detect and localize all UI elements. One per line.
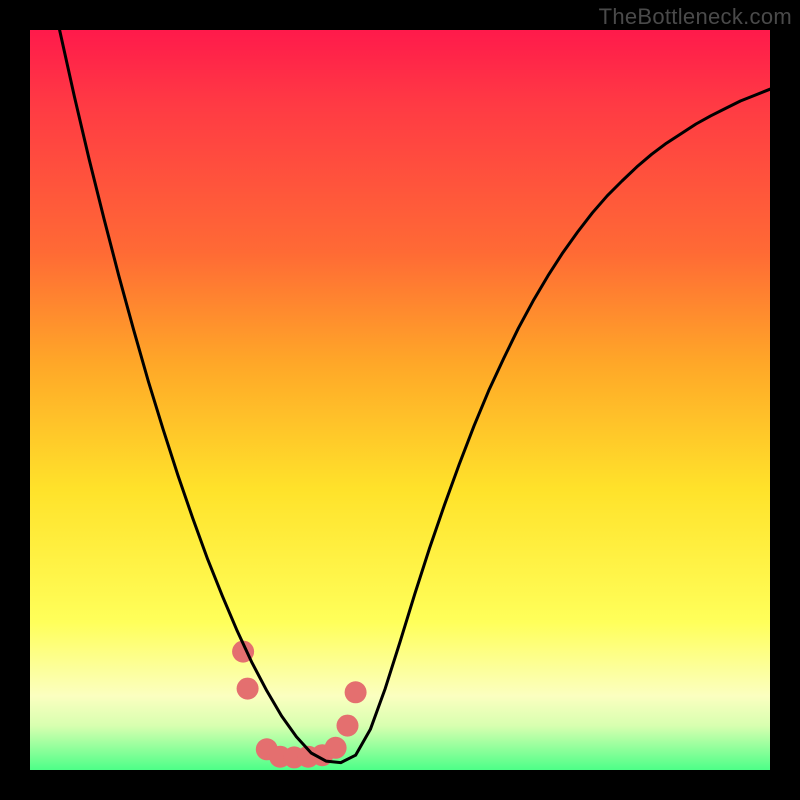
data-marker bbox=[237, 678, 259, 700]
data-marker bbox=[325, 737, 347, 759]
attribution-text: TheBottleneck.com bbox=[599, 4, 792, 30]
plot-area bbox=[30, 30, 770, 770]
data-marker bbox=[337, 715, 359, 737]
data-marker bbox=[232, 641, 254, 663]
curve-svg bbox=[30, 30, 770, 770]
data-marker bbox=[283, 746, 305, 768]
data-marker bbox=[311, 744, 333, 766]
data-marker bbox=[269, 746, 291, 768]
data-marker bbox=[345, 681, 367, 703]
data-marker bbox=[297, 746, 319, 768]
marker-group bbox=[232, 641, 367, 769]
bottleneck-curve-path bbox=[60, 30, 770, 763]
chart-stage: TheBottleneck.com bbox=[0, 0, 800, 800]
data-marker bbox=[256, 738, 278, 760]
